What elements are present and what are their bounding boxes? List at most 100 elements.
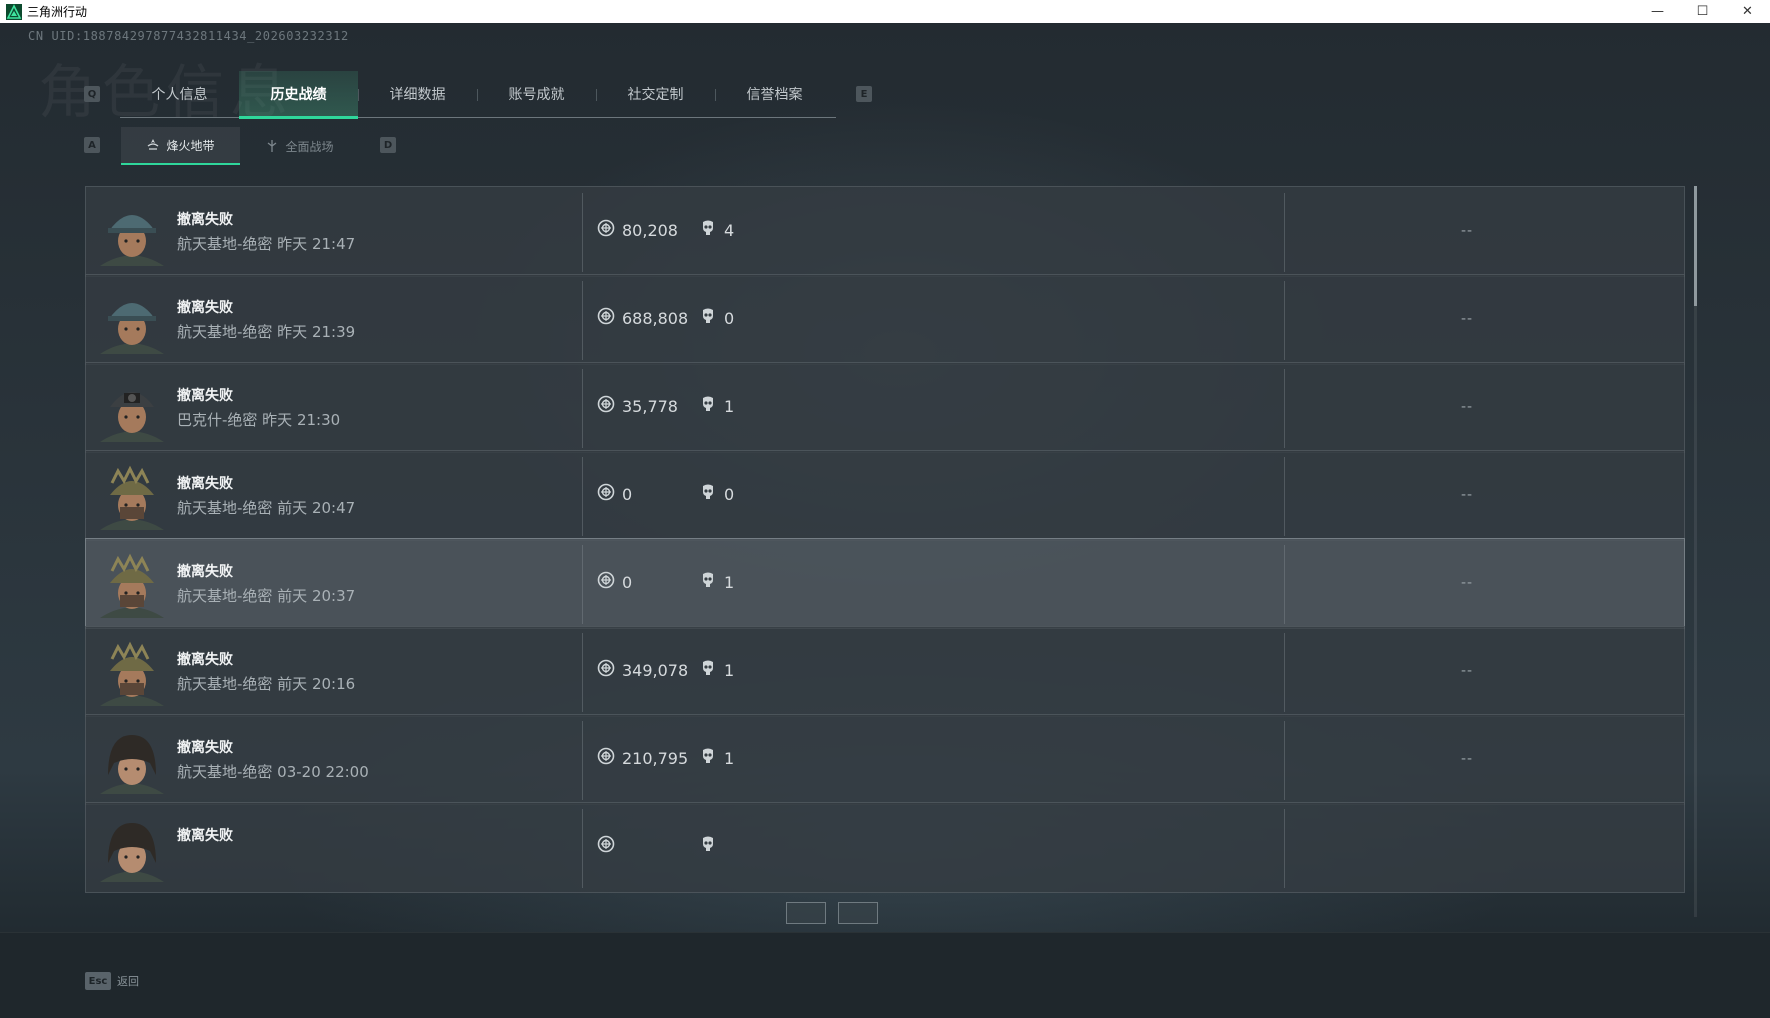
loot-value-text: 349,078 (622, 660, 689, 680)
extraction-status: 撤离失败 (177, 564, 233, 580)
column-divider (582, 369, 583, 448)
extraction-status: 撤离失败 (177, 828, 233, 844)
skull-icon (699, 571, 717, 593)
kill-count-text: 0 (724, 484, 735, 504)
extraction-status: 撤离失败 (177, 300, 233, 316)
kill-count-text: 0 (724, 308, 735, 328)
skull-icon (699, 659, 717, 681)
match-record-row[interactable]: 撤离失败 航天基地-绝密 03-20 22:00 210,795 1 -- (85, 714, 1685, 805)
close-button[interactable]: ✕ (1725, 0, 1770, 23)
kill-count-text: 1 (724, 748, 735, 768)
tab-5[interactable]: 信誉档案 (715, 71, 834, 117)
operator-avatar (98, 637, 166, 706)
coin-icon (597, 219, 615, 241)
tab-4[interactable]: 社交定制 (596, 71, 715, 117)
match-record-row[interactable]: 撤离失败 航天基地-绝密 昨天 21:47 80,208 4 -- (85, 186, 1685, 277)
kill-count: 1 (699, 395, 734, 417)
kill-count (699, 835, 724, 857)
map-and-time: 航天基地-绝密 前天 20:16 (177, 675, 356, 693)
coin-icon (597, 747, 615, 769)
window-titlebar: 三角洲行动 — ☐ ✕ (0, 0, 1770, 23)
partial-button-right[interactable] (838, 902, 878, 924)
operator-avatar (98, 725, 166, 794)
column-divider (582, 457, 583, 536)
kill-count: 1 (699, 659, 734, 681)
match-record-row[interactable]: 撤离失败 航天基地-绝密 前天 20:16 349,078 1 -- (85, 626, 1685, 717)
column-divider (1284, 545, 1285, 624)
mode-subtabs: 烽火地带 全面战场 (121, 127, 359, 165)
coin-icon (597, 483, 615, 505)
player-uid: CN UID:18878429787743281143​4_2026032323… (28, 29, 349, 43)
extraction-status: 撤离失败 (177, 388, 233, 404)
back-button[interactable]: Esc 返回 (85, 972, 139, 990)
loot-value-text: 210,795 (622, 748, 689, 768)
skull-icon (699, 483, 717, 505)
loot-value-text: 0 (622, 484, 633, 504)
partial-button-left[interactable] (786, 902, 826, 924)
loot-value: 35,778 (597, 395, 678, 417)
match-record-row[interactable]: 撤离失败 航天基地-绝密 前天 20:47 0 0 -- (85, 450, 1685, 541)
window-title: 三角洲行动 (27, 5, 88, 19)
tab-0[interactable]: 个人信息 (120, 71, 239, 117)
tab-1[interactable]: 历史战绩 (239, 71, 358, 119)
match-record-row[interactable]: 撤离失败 (85, 802, 1685, 893)
key-hint-q[interactable]: Q (84, 86, 100, 102)
main-tabs: 个人信息 历史战绩 详细数据 账号成就 社交定制 信誉档案 (120, 71, 836, 119)
loot-value-text: 0 (622, 572, 633, 592)
match-record-row[interactable]: 撤离失败 巴克什-绝密 昨天 21:30 35,778 1 -- (85, 362, 1685, 453)
coin-icon (597, 835, 615, 857)
subtab-label: 全面战场 (285, 139, 334, 154)
subtab-fire-zone[interactable]: 烽火地带 (121, 127, 240, 165)
column-divider (1284, 457, 1285, 536)
tab-3[interactable]: 账号成就 (477, 71, 596, 117)
match-record-row[interactable]: 撤离失败航天基地-绝密 昨天 21:39 688,808 0 -- (85, 274, 1685, 365)
skull-icon (699, 747, 717, 769)
extraction-status: 撤离失败 (177, 740, 233, 756)
minimize-button[interactable]: — (1635, 0, 1680, 23)
loot-value: 349,078 (597, 659, 688, 681)
kill-count: 1 (699, 747, 734, 769)
subtab-battlefield[interactable]: 全面战场 (240, 127, 359, 165)
loot-value (597, 835, 622, 857)
result-placeholder: -- (1461, 663, 1474, 679)
kill-count: 0 (699, 307, 734, 329)
match-history-list[interactable]: 撤离失败 航天基地-绝密 昨天 21:47 80,208 4 -- 撤离失败 航天基地-绝密… (85, 186, 1685, 917)
result-placeholder: -- (1461, 751, 1474, 767)
column-divider (1284, 809, 1285, 888)
result-placeholder: -- (1461, 575, 1474, 591)
operator-avatar (98, 461, 166, 530)
loot-value-text: 35,778 (622, 396, 678, 416)
battlefield-icon (268, 140, 277, 152)
column-divider (582, 281, 583, 360)
column-divider (582, 721, 583, 800)
result-placeholder: -- (1461, 311, 1474, 327)
loot-value: 210,795 (597, 747, 688, 769)
skull-icon (699, 395, 717, 417)
map-and-time: 航天基地-绝密 昨天 21:39 (177, 323, 356, 341)
operator-avatar (98, 197, 166, 266)
kill-count-text: 1 (724, 572, 735, 592)
skull-icon (699, 307, 717, 329)
loot-value-text: 80,208 (622, 220, 678, 240)
key-hint-a[interactable]: A (84, 137, 100, 153)
window-controls: — ☐ ✕ (1635, 0, 1770, 23)
fire-zone-icon (148, 139, 159, 150)
tab-2[interactable]: 详细数据 (358, 71, 477, 117)
skull-icon (699, 835, 717, 857)
column-divider (582, 193, 583, 272)
extraction-status: 撤离失败 (177, 212, 233, 228)
match-record-row[interactable]: 撤离失败 航天基地-绝密 前天 20:37 0 1 -- (85, 538, 1685, 629)
key-hint-e[interactable]: E (856, 86, 872, 102)
kill-count: 4 (699, 219, 734, 241)
kill-count-text: 1 (724, 396, 735, 416)
scrollbar-thumb[interactable] (1694, 186, 1697, 306)
kill-count: 1 (699, 571, 734, 593)
coin-icon (597, 659, 615, 681)
loot-value: 0 (597, 483, 632, 505)
key-hint-d[interactable]: D (380, 137, 396, 153)
maximize-button[interactable]: ☐ (1680, 0, 1725, 23)
column-divider (1284, 369, 1285, 448)
loot-value-text: 688,808 (622, 308, 689, 328)
coin-icon (597, 307, 615, 329)
operator-avatar (98, 285, 166, 354)
